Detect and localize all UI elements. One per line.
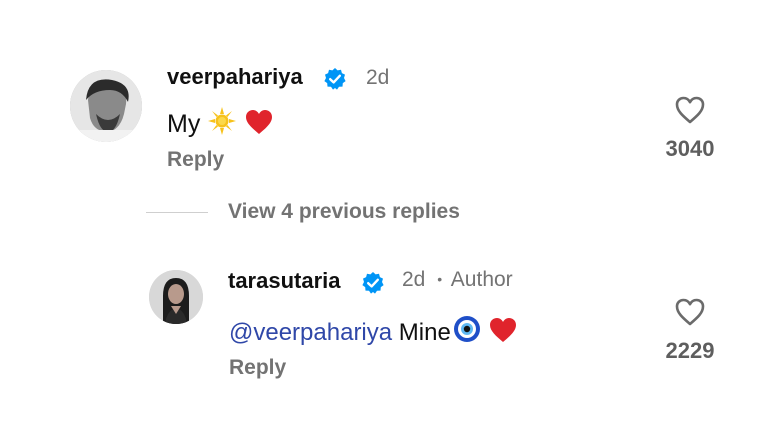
verified-badge-icon	[362, 272, 384, 294]
reply-reply-button[interactable]: Reply	[229, 356, 286, 380]
avatar-photo-icon	[70, 70, 142, 142]
avatar-veerpahariya[interactable]	[70, 70, 142, 142]
reply-text: @veerpahariya Mine	[229, 314, 518, 347]
sun-emoji-icon	[208, 107, 237, 135]
comment-time: 2d	[366, 66, 390, 89]
comment-text: My	[167, 106, 274, 139]
comment-reply-button[interactable]: Reply	[167, 148, 224, 172]
view-previous-replies-button[interactable]: View 4 previous replies	[228, 200, 460, 224]
reply-like-heart-icon[interactable]	[674, 297, 706, 327]
avatar-tarasutaria[interactable]	[149, 270, 203, 324]
comment-username[interactable]: veerpahariya	[167, 64, 303, 90]
reply-mention-link[interactable]: @veerpahariya	[229, 319, 392, 346]
avatar-photo-icon	[149, 270, 203, 324]
red-heart-emoji-icon	[490, 318, 517, 342]
reply-username[interactable]: tarasutaria	[228, 268, 341, 294]
replies-divider	[146, 212, 208, 213]
comment-like-heart-icon[interactable]	[674, 95, 706, 125]
author-label: Author	[450, 268, 513, 291]
red-heart-emoji-icon	[246, 110, 273, 134]
nazar-amulet-emoji-icon	[453, 316, 480, 342]
reply-like-count: 2229	[665, 338, 715, 363]
reply-meta-separator: •	[437, 271, 443, 287]
comment-text-prefix: My	[167, 110, 201, 138]
comment-thread: veerpahariya 2d My Reply 3040 View 4 pre…	[0, 0, 784, 441]
reply-meta: 2d • Author	[402, 268, 513, 292]
reply-text-suffix: Mine	[392, 319, 451, 346]
reply-time: 2d	[402, 268, 426, 291]
comment-like-count: 3040	[665, 136, 715, 161]
verified-badge-icon	[324, 68, 346, 90]
